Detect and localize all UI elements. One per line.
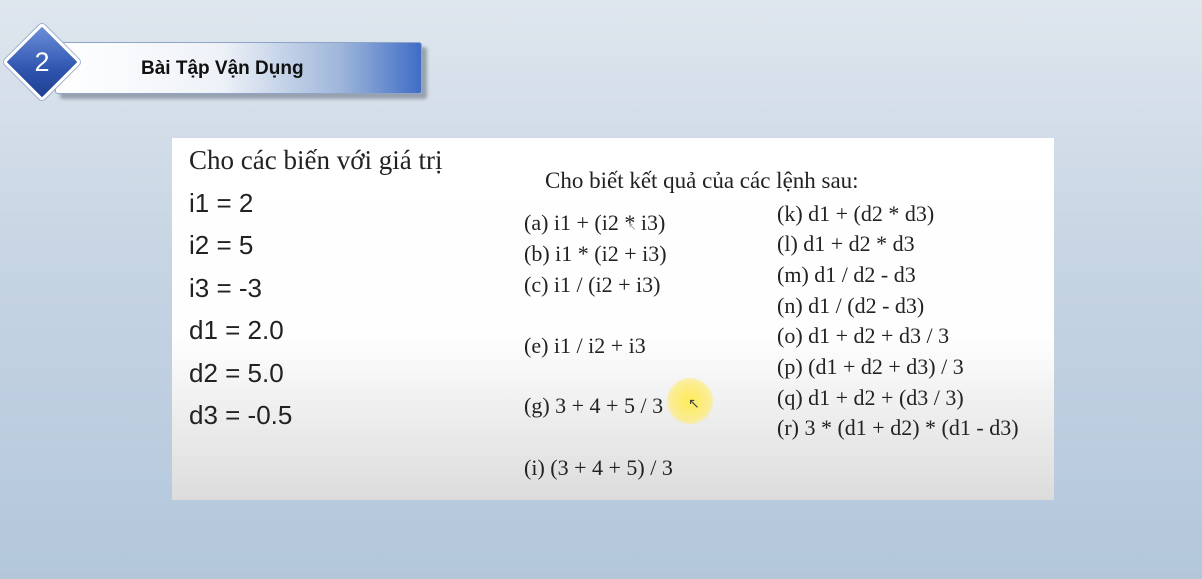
variable-i3: i3 = -3 <box>189 273 262 303</box>
question-o: (o) d1 + d2 + d3 / 3 <box>777 323 950 348</box>
mouse-pointer-icon: ↖ <box>688 396 700 412</box>
question-r: (r) 3 * (d1 + d2) * (d1 - d3) <box>777 415 1019 440</box>
questions-heading: Cho biết kết quả của các lệnh sau: <box>545 168 859 193</box>
section-number: 2 <box>34 47 50 77</box>
variable-d1: d1 = 2.0 <box>189 315 284 345</box>
question-c: (c) i1 / (i2 + i3) <box>524 272 661 297</box>
question-l: (l) d1 + d2 * d3 <box>777 231 915 256</box>
question-b: (b) i1 * (i2 + i3) <box>524 241 667 266</box>
question-i: (i) (3 + 4 + 5) / 3 <box>524 455 673 480</box>
question-p: (p) (d1 + d2 + d3) / 3 <box>777 354 964 379</box>
question-n: (n) d1 / (d2 - d3) <box>777 293 925 318</box>
variables-heading: Cho các biến với giá trị <box>189 145 443 175</box>
variable-d2: d2 = 5.0 <box>189 358 284 388</box>
header-bar: Bài Tập Vận Dụng <box>55 42 422 94</box>
question-m: (m) d1 / d2 - d3 <box>777 262 916 287</box>
question-g: (g) 3 + 4 + 5 / 3 <box>524 393 664 418</box>
variable-i1: i1 = 2 <box>189 188 254 218</box>
question-e: (e) i1 / i2 + i3 <box>524 333 646 358</box>
small-pointer-icon: ↖ <box>628 222 637 233</box>
question-q: (q) d1 + d2 + (d3 / 3) <box>777 385 964 410</box>
variable-i2: i2 = 5 <box>189 230 254 260</box>
variable-d3: d3 = -0.5 <box>189 400 293 430</box>
section-title: Bài Tập Vận Dụng <box>141 58 304 79</box>
question-k: (k) d1 + (d2 * d3) <box>777 201 935 226</box>
question-a: (a) i1 + (i2 * i3) <box>524 210 666 235</box>
exercise-slide: Cho các biến với giá trị i1 = 2 i2 = 5 i… <box>172 138 1054 500</box>
